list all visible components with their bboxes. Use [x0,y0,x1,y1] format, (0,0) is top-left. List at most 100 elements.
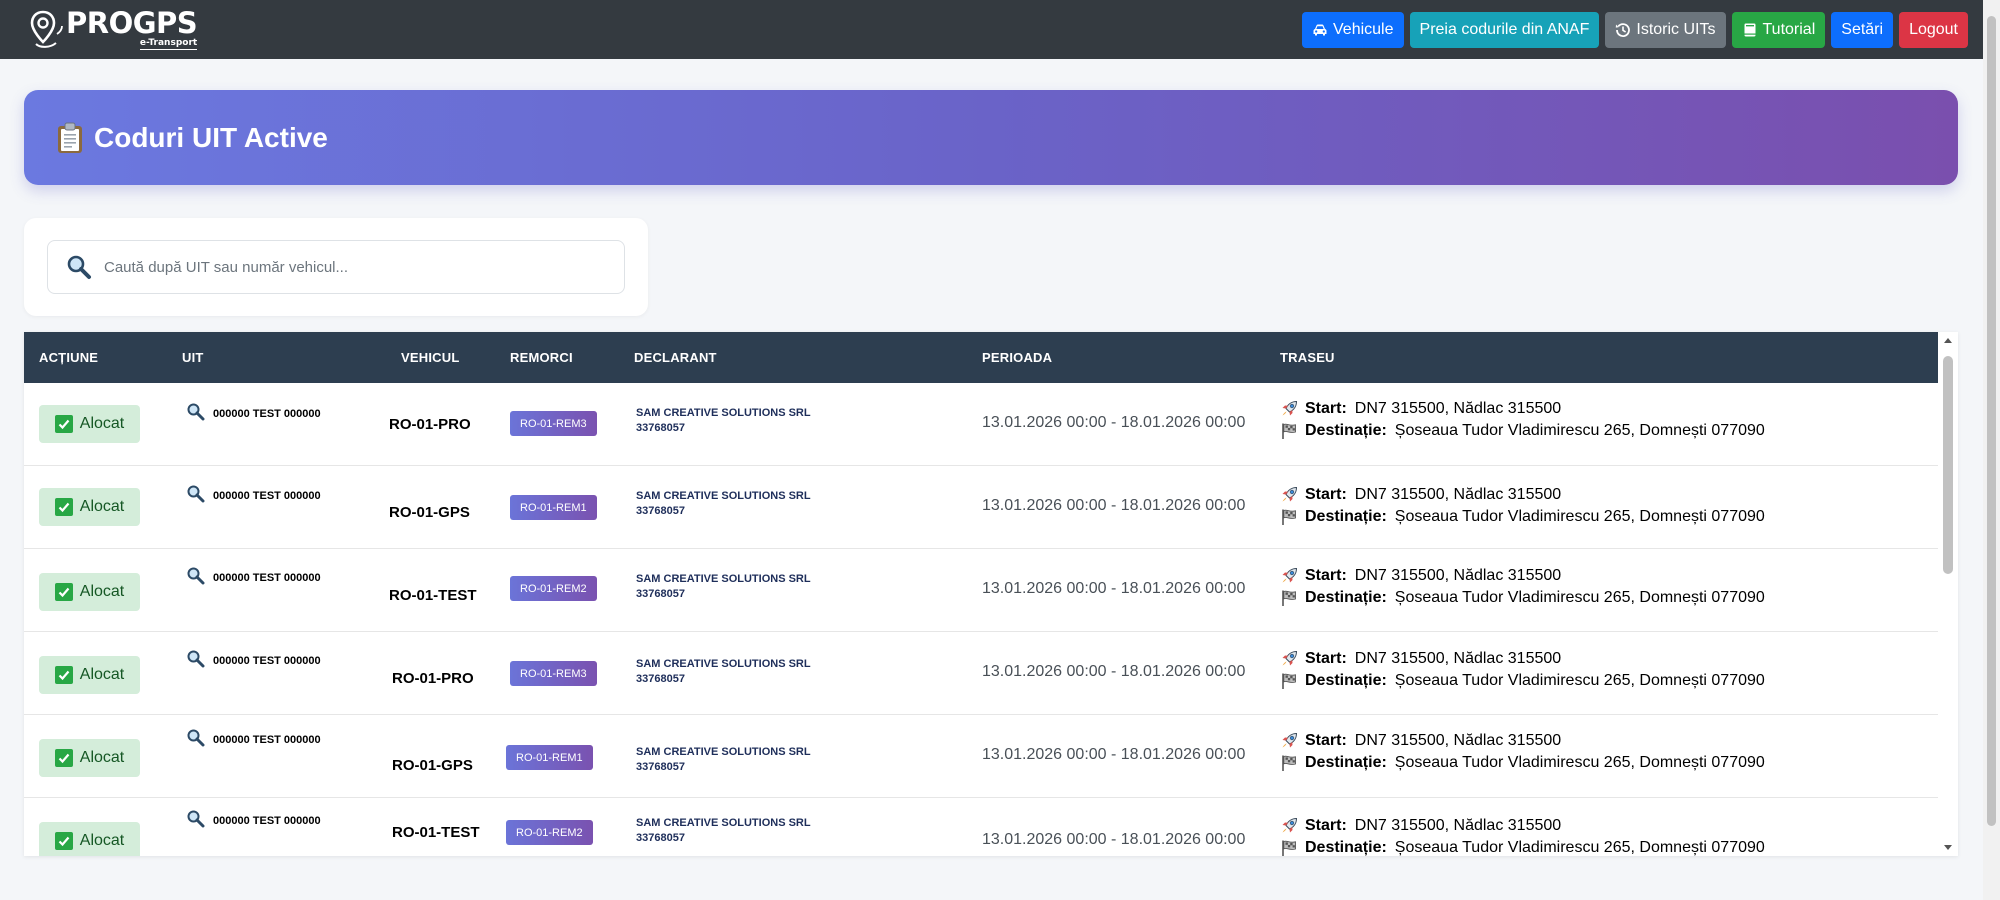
rocket-icon [1282,400,1298,416]
tutorial-button[interactable]: Tutorial [1731,11,1826,48]
flag-icon [1282,590,1296,606]
magnifier-icon[interactable] [186,402,205,421]
page-scrollbar[interactable] [1983,0,2000,900]
period: 13.01.2026 00:00 - 18.01.2026 00:00 [982,663,1246,680]
action-label: Alocat [79,832,125,849]
destination-address: Șoseaua Tudor Vladimirescu 265, Domnești… [1394,672,1765,689]
header-trailers: Remorci [510,350,573,365]
check-icon [54,415,73,433]
declarant-cell: SAM CREATIVE SOLUTIONS SRL 33768057 [636,745,811,775]
destination-label: Destinație: [1305,589,1387,606]
start-address: DN7 315500, Nădlac 315500 [1354,486,1562,503]
settings-button[interactable]: Setări [1831,11,1894,48]
table-row: Alocat 000000 TEST 000000 RO-01-TEST RO-… [24,549,1938,632]
period: 13.01.2026 00:00 - 18.01.2026 00:00 [982,580,1246,597]
uit-cell: 000000 TEST 000000 [186,650,321,668]
flag-icon [1282,509,1296,525]
magnifier-icon[interactable] [186,649,205,668]
fetch-anaf-label: Preia codurile din ANAF [1419,20,1590,38]
map-pin-icon [30,10,63,48]
uit-cell: 000000 TEST 000000 [186,403,321,421]
period: 13.01.2026 00:00 - 18.01.2026 00:00 [982,497,1246,514]
search-input[interactable] [104,258,584,276]
declarant-name: SAM CREATIVE SOLUTIONS SRL [636,658,811,670]
start-address: DN7 315500, Nădlac 315500 [1354,732,1562,749]
vehicles-button[interactable]: Vehicule [1302,11,1404,48]
uit-code: 000000 TEST 000000 [213,490,321,502]
declarant-code: 33768057 [636,505,685,517]
destination-label: Destinație: [1305,508,1387,525]
start-label: Start: [1305,567,1347,584]
logout-button[interactable]: Logout [1899,11,1968,48]
destination-label: Destinație: [1305,672,1387,689]
allocated-button[interactable]: Alocat [39,656,140,694]
allocated-button[interactable]: Alocat [39,488,140,526]
flag-icon [1282,423,1296,439]
table-scrollbar[interactable] [1938,332,1958,856]
period: 13.01.2026 00:00 - 18.01.2026 00:00 [982,831,1246,848]
action-label: Alocat [79,415,125,432]
search-box[interactable] [47,240,625,294]
uit-code: 000000 TEST 000000 [213,572,321,584]
uit-cell: 000000 TEST 000000 [186,729,321,747]
table-scroll-thumb[interactable] [1943,356,1953,574]
route-start: Start: DN7 315500, Nădlac 315500 [1280,648,1765,670]
magnifier-icon[interactable] [186,809,205,828]
brand-logo[interactable]: PROGPS e-Transport [30,9,198,50]
declarant-name: SAM CREATIVE SOLUTIONS SRL [636,490,811,502]
declarant-name: SAM CREATIVE SOLUTIONS SRL [636,817,811,829]
trailer-badge: RO-01-REM3 [510,661,597,686]
table-row: Alocat 000000 TEST 000000 RO-01-GPS RO-0… [24,466,1938,549]
route-cell: Start: DN7 315500, Nădlac 315500 Destina… [1280,565,1765,609]
route-cell: Start: DN7 315500, Nădlac 315500 Destina… [1280,398,1765,442]
top-navbar: PROGPS e-Transport Vehicule Preia coduri… [0,0,2000,59]
start-label: Start: [1305,732,1347,749]
scroll-up-icon[interactable] [1943,336,1953,346]
header-declarant: Declarant [634,350,717,365]
fetch-anaf-button[interactable]: Preia codurile din ANAF [1409,11,1600,48]
declarant-code: 33768057 [636,588,685,600]
trailer-badge: RO-01-REM2 [506,820,593,845]
flag-icon [1282,840,1296,856]
search-card [24,218,648,316]
check-icon [54,749,73,767]
magnifier-icon[interactable] [186,484,205,503]
uit-table: Acțiune UIT Vehicul Remorci Declarant Pe… [24,332,1958,856]
uit-cell: 000000 TEST 000000 [186,810,321,828]
check-icon [54,498,73,516]
declarant-cell: SAM CREATIVE SOLUTIONS SRL 33768057 [636,572,811,602]
start-label: Start: [1305,650,1347,667]
start-label: Start: [1305,486,1347,503]
allocated-button[interactable]: Alocat [39,405,140,443]
scroll-down-icon[interactable] [1943,842,1953,852]
header-uit: UIT [182,350,204,365]
table-row: Alocat 000000 TEST 000000 RO-01-PRO RO-0… [24,632,1938,715]
rocket-icon [1282,732,1298,748]
page-title: Coduri UIT Active [94,121,328,153]
uit-cell: 000000 TEST 000000 [186,567,321,585]
rocket-icon [1282,567,1298,583]
check-icon [54,832,73,850]
declarant-name: SAM CREATIVE SOLUTIONS SRL [636,573,811,585]
destination-address: Șoseaua Tudor Vladimirescu 265, Domnești… [1394,589,1765,606]
declarant-name: SAM CREATIVE SOLUTIONS SRL [636,746,811,758]
route-start: Start: DN7 315500, Nădlac 315500 [1280,484,1765,506]
allocated-button[interactable]: Alocat [39,739,140,777]
table-row: Alocat 000000 TEST 000000 RO-01-PRO RO-0… [24,383,1938,466]
declarant-cell: SAM CREATIVE SOLUTIONS SRL 33768057 [636,657,811,687]
declarant-code: 33768057 [636,422,685,434]
allocated-button[interactable]: Alocat [39,573,140,611]
page-scroll-thumb[interactable] [1987,16,1996,826]
magnifier-icon[interactable] [186,566,205,585]
magnifier-icon[interactable] [186,728,205,747]
header-route: Traseu [1280,350,1335,365]
period: 13.01.2026 00:00 - 18.01.2026 00:00 [982,414,1246,431]
action-label: Alocat [79,583,125,600]
start-label: Start: [1305,817,1347,834]
allocated-button[interactable]: Alocat [39,822,140,856]
check-icon [54,583,73,601]
route-destination: Destinație: Șoseaua Tudor Vladimirescu 2… [1280,506,1765,528]
rocket-icon [1282,817,1298,833]
history-button[interactable]: Istoric UITs [1605,11,1726,48]
destination-address: Șoseaua Tudor Vladimirescu 265, Domnești… [1394,754,1765,771]
